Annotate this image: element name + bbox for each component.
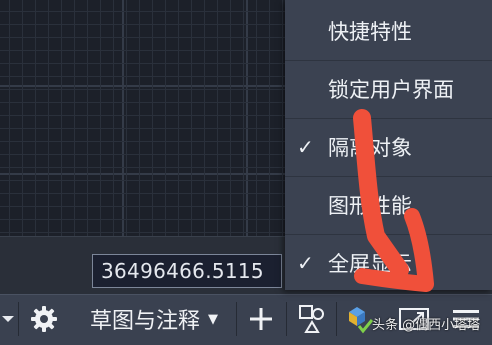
menu-item-lock-ui[interactable]: 锁定用户界面 — [285, 60, 492, 119]
status-separator — [286, 302, 287, 336]
check-icon: ✓ — [297, 251, 314, 275]
menu-item-label: 锁定用户界面 — [328, 78, 454, 102]
chevron-down-icon: ▼ — [208, 311, 218, 327]
customize-plus-icon[interactable] — [240, 294, 282, 344]
workspace-selector[interactable]: 草图与注释 ▼ — [76, 294, 232, 344]
menu-item-label: 快捷特性 — [328, 20, 412, 44]
shapes-icon[interactable] — [292, 294, 332, 344]
coordinate-readout: 36496466.5115 — [92, 254, 282, 288]
status-separator — [18, 302, 19, 336]
status-separator — [336, 302, 337, 336]
menu-item-graphics-performance[interactable]: 图形性能 — [285, 176, 492, 235]
menu-item-label: 图形性能 — [328, 194, 412, 218]
gear-icon[interactable] — [24, 294, 64, 344]
workspace-label: 草图与注释 — [89, 309, 200, 334]
isolate-objects-icon[interactable] — [342, 294, 376, 344]
menu-item-quick-properties[interactable]: 快捷特性 — [285, 2, 492, 61]
customization-menu: 快捷特性 锁定用户界面 ✓ 隔离对象 图形性能 ✓ 全屏显示 — [285, 0, 492, 290]
menu-item-label: 隔离对象 — [328, 136, 412, 160]
chevron-down-icon[interactable] — [0, 294, 16, 344]
menu-item-isolate-objects[interactable]: ✓ 隔离对象 — [285, 118, 492, 177]
check-icon: ✓ — [297, 135, 314, 159]
watermark: 头条 @偶西小塔塔 — [372, 318, 481, 333]
status-separator — [236, 302, 237, 336]
menu-item-clean-screen[interactable]: ✓ 全屏显示 — [285, 234, 492, 292]
menu-item-label: 全屏显示 — [328, 252, 412, 276]
